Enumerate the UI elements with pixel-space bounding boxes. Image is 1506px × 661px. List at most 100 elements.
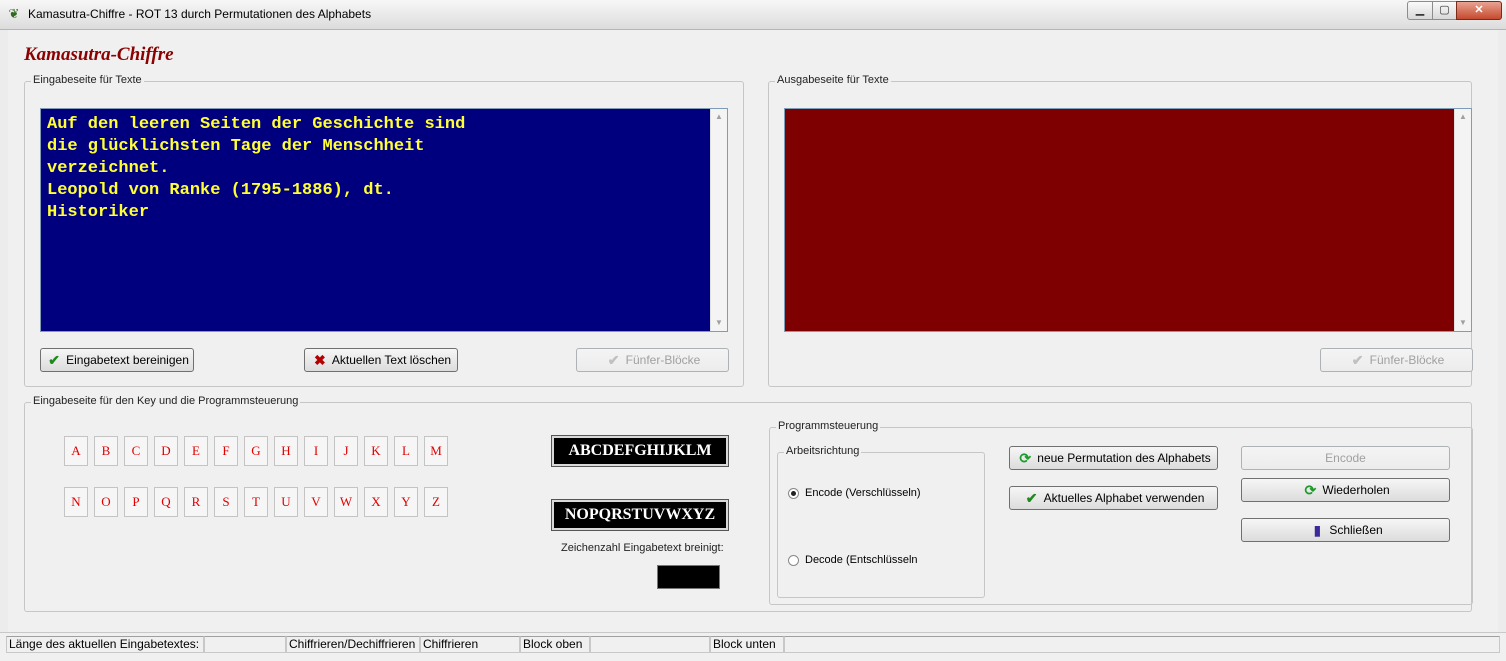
status-block-top-label: Block oben — [520, 636, 590, 653]
letter-key-j[interactable]: J — [334, 436, 358, 466]
maximize-icon: ▢ — [1439, 4, 1450, 16]
letter-key-g[interactable]: G — [244, 436, 268, 466]
use-alphabet-button[interactable]: ✔ Aktuelles Alphabet verwenden — [1009, 486, 1218, 510]
input-scrollbar[interactable]: ▲ ▼ — [710, 109, 727, 331]
maximize-button[interactable]: ▢ — [1432, 1, 1457, 20]
char-count-value — [657, 565, 720, 589]
letter-key-k[interactable]: K — [364, 436, 388, 466]
output-groupbox-label: Ausgabeseite für Texte — [775, 74, 891, 86]
use-alphabet-label: Aktuelles Alphabet verwenden — [1043, 491, 1205, 505]
scroll-up-icon[interactable]: ▲ — [1455, 109, 1471, 125]
direction-groupbox-label: Arbeitsrichtung — [784, 445, 862, 457]
letter-key-a[interactable]: A — [64, 436, 88, 466]
close-app-label: Schließen — [1329, 523, 1383, 537]
scroll-up-icon[interactable]: ▲ — [711, 109, 727, 125]
letter-key-o[interactable]: O — [94, 487, 118, 517]
char-count-label: Zeichenzahl Eingabetext breinigt: — [561, 542, 724, 554]
check-icon: ✔ — [1025, 489, 1038, 506]
output-scrollbar[interactable]: ▲ ▼ — [1454, 109, 1471, 331]
input-five-blocks-button[interactable]: ✔ Fünfer-Blöcke — [576, 348, 729, 372]
letter-key-p[interactable]: P — [124, 487, 148, 517]
output-five-blocks-button[interactable]: ✔ Fünfer-Blöcke — [1320, 348, 1473, 372]
key-groupbox-label: Eingabeseite für den Key und die Program… — [31, 395, 301, 407]
letter-key-f[interactable]: F — [214, 436, 238, 466]
scroll-down-icon[interactable]: ▼ — [1455, 315, 1471, 331]
status-bar: Länge des aktuellen Eingabetextes: Chiff… — [0, 632, 1506, 661]
letter-key-i[interactable]: I — [304, 436, 328, 466]
close-app-button[interactable]: ▮ Schließen — [1241, 518, 1450, 542]
encode-label: Encode — [1325, 451, 1366, 465]
close-icon: ✕ — [1474, 4, 1484, 16]
check-icon: ✔ — [1351, 351, 1364, 368]
encode-radio[interactable]: Encode (Verschlüsseln) — [788, 487, 921, 499]
letter-key-u[interactable]: U — [274, 487, 298, 517]
alphabet-bottom-display: NOPQRSTUVWXYZ — [551, 499, 729, 531]
letter-key-s[interactable]: S — [214, 487, 238, 517]
letter-key-y[interactable]: Y — [394, 487, 418, 517]
letter-key-r[interactable]: R — [184, 487, 208, 517]
status-block-bottom-label: Block unten — [710, 636, 784, 653]
refresh-icon: ⟳ — [1019, 449, 1032, 466]
exit-door-icon: ▮ — [1313, 521, 1322, 538]
letter-key-b[interactable]: B — [94, 436, 118, 466]
status-length-value — [204, 636, 286, 653]
input-text-area[interactable]: Auf den leeren Seiten der Geschichte sin… — [40, 108, 728, 332]
alphabet-top-display: ABCDEFGHIJKLM — [551, 435, 729, 467]
control-groupbox-label: Programmsteuerung — [776, 420, 881, 432]
repeat-button[interactable]: ⟳ Wiederholen — [1241, 478, 1450, 502]
delete-text-button[interactable]: ✖ Aktuellen Text löschen — [304, 348, 458, 372]
letter-key-d[interactable]: D — [154, 436, 178, 466]
window-body: Kamasutra-Chiffre Eingabeseite für Texte… — [8, 30, 1498, 632]
window-title: Kamasutra-Chiffre - ROT 13 durch Permuta… — [28, 7, 372, 21]
title-bar: ❦ Kamasutra-Chiffre - ROT 13 durch Permu… — [0, 0, 1506, 30]
input-five-blocks-label: Fünfer-Blöcke — [625, 353, 701, 367]
direction-groupbox: Arbeitsrichtung Encode (Verschlüsseln) D… — [777, 445, 985, 598]
repeat-label: Wiederholen — [1322, 483, 1390, 497]
status-mode-value: Chiffrieren — [420, 636, 520, 653]
status-mode-label: Chiffrieren/Dechiffrieren — [286, 636, 420, 653]
app-icon: ❦ — [8, 6, 20, 21]
output-text-area[interactable]: ▲ ▼ — [784, 108, 1472, 332]
minimize-icon: ▁ — [1415, 4, 1425, 16]
minimize-button[interactable]: ▁ — [1407, 1, 1433, 20]
letter-key-h[interactable]: H — [274, 436, 298, 466]
letter-key-m[interactable]: M — [424, 436, 448, 466]
letter-key-z[interactable]: Z — [424, 487, 448, 517]
status-block-top-value — [590, 636, 710, 653]
delete-text-label: Aktuellen Text löschen — [331, 353, 452, 367]
radio-selected-icon — [788, 487, 799, 499]
clean-input-label: Eingabetext bereinigen — [66, 353, 189, 367]
output-five-blocks-label: Fünfer-Blöcke — [1369, 353, 1445, 367]
letter-key-e[interactable]: E — [184, 436, 208, 466]
app-title: Kamasutra-Chiffre — [24, 44, 174, 65]
control-groupbox: Programmsteuerung Arbeitsrichtung Encode… — [769, 420, 1473, 605]
status-length-label: Länge des aktuellen Eingabetextes: — [6, 636, 204, 653]
letter-key-t[interactable]: T — [244, 487, 268, 517]
encode-button[interactable]: Encode — [1241, 446, 1450, 470]
input-text-content: Auf den leeren Seiten der Geschichte sin… — [47, 115, 466, 222]
letter-key-l[interactable]: L — [394, 436, 418, 466]
letter-key-x[interactable]: X — [364, 487, 388, 517]
letter-key-c[interactable]: C — [124, 436, 148, 466]
refresh-icon: ⟳ — [1304, 481, 1317, 498]
scroll-down-icon[interactable]: ▼ — [711, 315, 727, 331]
letter-key-q[interactable]: Q — [154, 487, 178, 517]
letter-key-v[interactable]: V — [304, 487, 328, 517]
output-groupbox: Ausgabeseite für Texte ▲ ▼ ✔ Fünfer-Blöc… — [768, 74, 1473, 387]
decode-radio[interactable]: Decode (Entschlüsseln — [788, 554, 918, 566]
input-groupbox-label: Eingabeseite für Texte — [31, 74, 144, 86]
letter-key-n[interactable]: N — [64, 487, 88, 517]
close-button[interactable]: ✕ — [1456, 1, 1502, 20]
input-groupbox: Eingabeseite für Texte Auf den leeren Se… — [24, 74, 744, 387]
key-groupbox: Eingabeseite für den Key und die Program… — [24, 395, 1473, 612]
new-permutation-button[interactable]: ⟳ neue Permutation des Alphabets — [1009, 446, 1218, 470]
radio-unselected-icon — [788, 554, 799, 566]
status-block-bottom-value — [784, 636, 1500, 653]
new-permutation-label: neue Permutation des Alphabets — [1037, 451, 1211, 465]
check-icon: ✔ — [48, 351, 60, 368]
clean-input-button[interactable]: ✔ Eingabetext bereinigen — [40, 348, 194, 372]
check-icon: ✔ — [607, 351, 620, 368]
decode-radio-label: Decode (Entschlüsseln — [805, 554, 918, 566]
letter-key-w[interactable]: W — [334, 487, 358, 517]
cross-icon: ✖ — [314, 351, 326, 368]
